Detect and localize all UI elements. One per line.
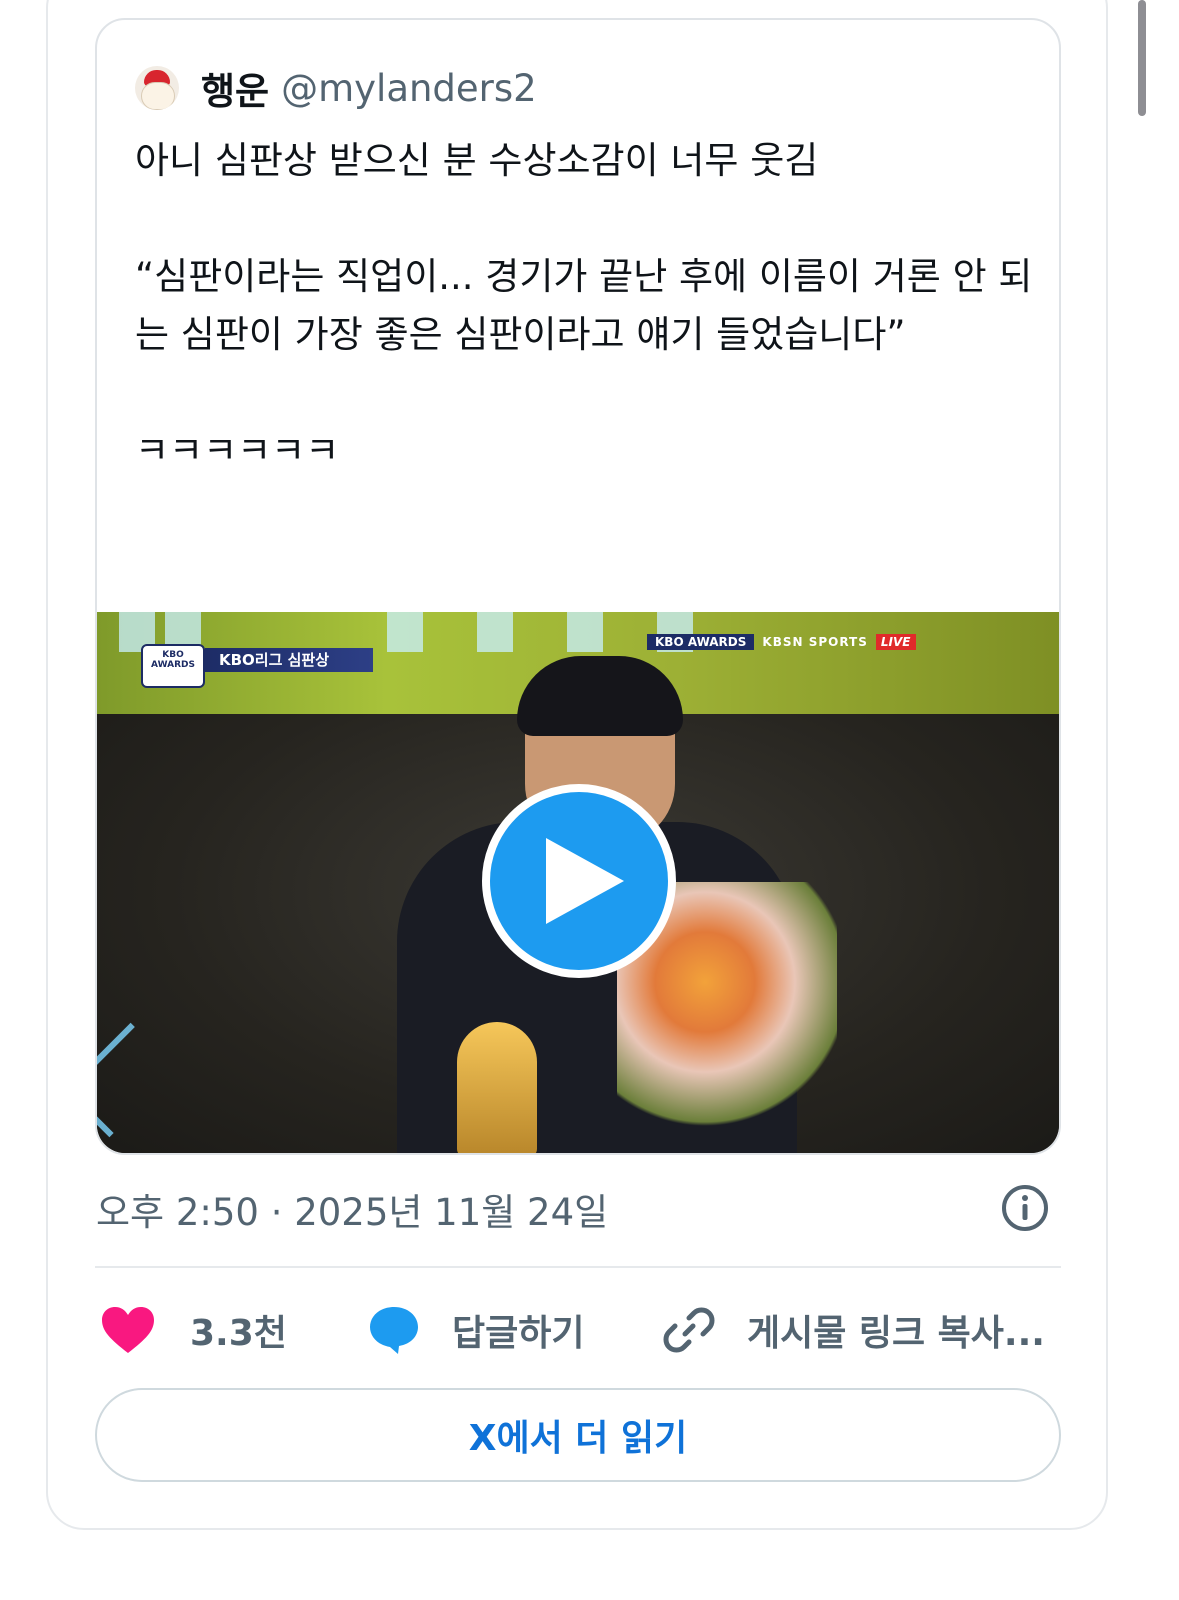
play-button[interactable] — [482, 784, 676, 978]
trophy — [457, 1022, 537, 1153]
video-media[interactable]: KBO AWARDS KBO리그 심판상 KBO AWARDS KBSN SPO… — [97, 612, 1059, 1153]
info-icon[interactable] — [1000, 1183, 1050, 1233]
tweet-card[interactable]: 행운 @mylanders2 아니 심판상 받으신 분 수상소감이 너무 웃김 … — [95, 18, 1061, 1155]
author-handle[interactable]: @mylanders2 — [281, 67, 537, 110]
play-icon — [546, 838, 624, 924]
broadcast-bug: KBO AWARDS KBSN SPORTS LIVE — [647, 634, 916, 650]
tweet-actions: 3.3천 답글하기 게시물 링크 복사... — [100, 1300, 1060, 1360]
author-row[interactable]: 행운 @mylanders2 — [135, 66, 537, 113]
avatar[interactable] — [135, 66, 179, 110]
copy-link-button[interactable]: 게시물 링크 복사... — [663, 1300, 1045, 1360]
reply-label: 답글하기 — [452, 1313, 585, 1354]
divider — [95, 1266, 1061, 1268]
copy-link-label: 게시물 링크 복사... — [747, 1313, 1045, 1354]
read-more-on-x-button[interactable]: X에서 더 읽기 — [95, 1388, 1061, 1482]
like-count: 3.3천 — [190, 1313, 287, 1354]
author-name[interactable]: 행운 — [201, 61, 269, 115]
lower-third-caption: KBO리그 심판상 — [205, 648, 373, 672]
reply-bubble-icon — [370, 1307, 418, 1354]
tweet-timestamp[interactable]: 오후 2:50 · 2025년 11월 24일 — [96, 1182, 608, 1236]
live-badge: LIVE — [875, 634, 916, 650]
link-icon — [663, 1307, 715, 1353]
reply-button[interactable]: 답글하기 — [368, 1300, 584, 1360]
broadcast-event: KBO AWARDS — [647, 634, 755, 650]
like-button[interactable]: 3.3천 — [100, 1300, 287, 1360]
broadcast-network: KBSN SPORTS — [762, 635, 868, 649]
heart-icon — [102, 1307, 154, 1353]
scrollbar[interactable] — [1138, 0, 1146, 116]
tweet-text: 아니 심판상 받으신 분 수상소감이 너무 웃김 “심판이라는 직업이... 경… — [135, 139, 1033, 472]
kbo-awards-badge: KBO AWARDS — [141, 644, 205, 688]
